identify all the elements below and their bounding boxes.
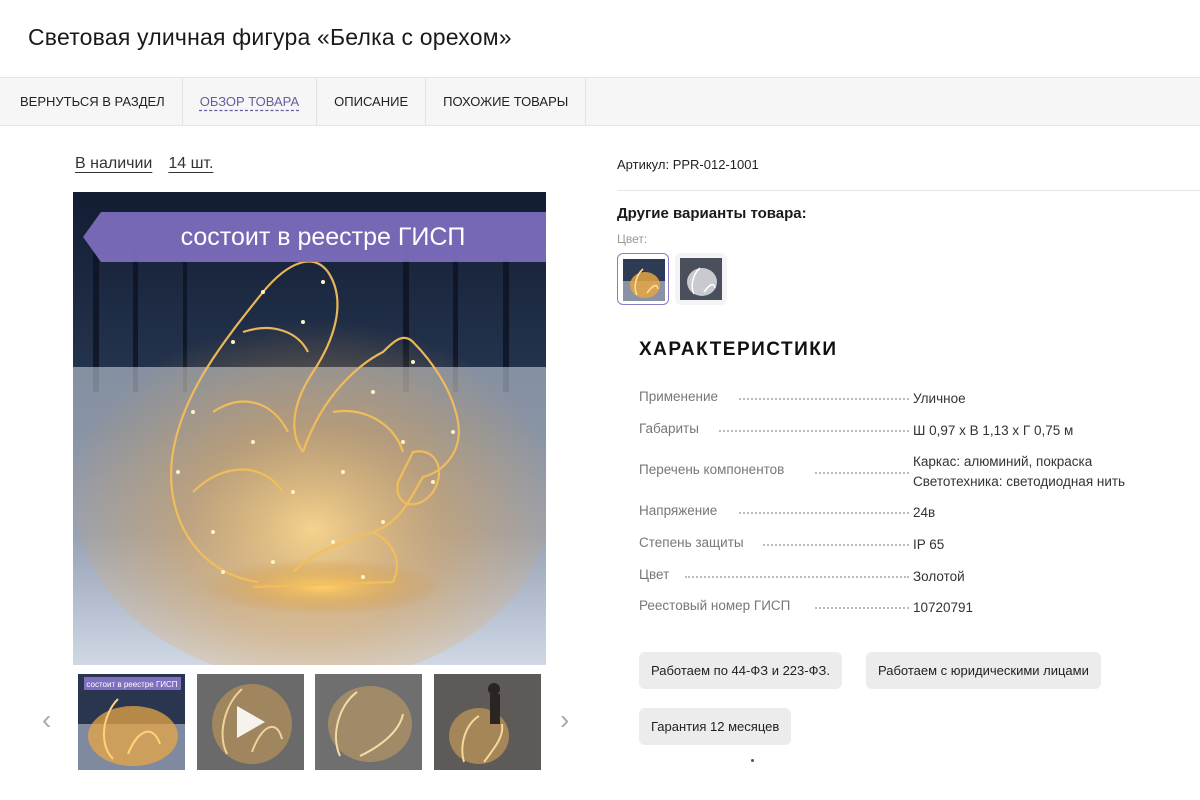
thumb-banner: состоит в реестре ГИСП xyxy=(86,680,177,689)
badge-44-223-fz: Работаем по 44-ФЗ и 223-ФЗ. xyxy=(639,652,842,689)
char-row-application: Применение Уличное xyxy=(639,389,1179,409)
squirrel-thumbnail-2 xyxy=(197,674,304,770)
char-name: Реестовый номер ГИСП xyxy=(639,598,799,613)
color-label: Цвет: xyxy=(617,232,648,246)
squirrel-photo: состоит в реестре ГИСП xyxy=(73,192,546,665)
variants-title: Другие варианты товара: xyxy=(617,205,807,222)
tab-label: ПОХОЖИЕ ТОВАРЫ xyxy=(443,94,569,109)
char-row-protection: Степень защиты IP 65 xyxy=(639,535,1179,555)
chevron-right-icon[interactable]: › xyxy=(560,706,569,734)
main-product-image[interactable]: состоит в реестре ГИСП xyxy=(73,192,546,665)
thumbnail-3[interactable] xyxy=(315,674,422,770)
gold-variant-image xyxy=(623,259,665,301)
char-row-dimensions: Габариты Ш 0,97 х В 1,13 х Г 0,75 м xyxy=(639,421,1179,441)
char-value: 24в xyxy=(913,505,936,520)
badge-legal-entities: Работаем с юридическими лицами xyxy=(866,652,1101,689)
stock-info: В наличии 14 шт. xyxy=(75,155,213,173)
squirrel-thumbnail-1: состоит в реестре ГИСП xyxy=(78,674,185,770)
divider xyxy=(617,190,1200,191)
thumbnail-4[interactable] xyxy=(434,674,541,770)
char-value: 10720791 xyxy=(913,600,974,615)
thumbnail-carousel: ‹ состоит в реестре ГИСП › xyxy=(38,674,583,771)
decorative-dot xyxy=(751,759,754,762)
chevron-left-icon[interactable]: ‹ xyxy=(42,706,51,734)
product-tabs: ВЕРНУТЬСЯ В РАЗДЕЛ ОБЗОР ТОВАРА ОПИСАНИЕ… xyxy=(0,77,1200,126)
sku-text: Артикул: PPR-012-1001 xyxy=(617,157,759,172)
tab-label: ОПИСАНИЕ xyxy=(334,94,409,109)
tab-back-to-section[interactable]: ВЕРНУТЬСЯ В РАЗДЕЛ xyxy=(0,78,183,125)
registry-banner: состоит в реестре ГИСП xyxy=(181,223,466,251)
char-name: Цвет xyxy=(639,567,678,582)
char-name: Габариты xyxy=(639,421,707,436)
badge-warranty: Гарантия 12 месяцев xyxy=(639,708,792,745)
char-value: Ш 0,97 х В 1,13 х Г 0,75 м xyxy=(913,423,1074,438)
white-variant-image xyxy=(680,258,722,300)
stock-status-link[interactable]: В наличии xyxy=(75,155,152,173)
color-swatch-white[interactable] xyxy=(675,253,727,305)
char-name: Применение xyxy=(639,389,727,404)
thumbnail-2-video[interactable] xyxy=(197,674,304,770)
tab-similar-products[interactable]: ПОХОЖИЕ ТОВАРЫ xyxy=(426,78,587,125)
char-name: Степень защиты xyxy=(639,535,752,550)
tab-overview[interactable]: ОБЗОР ТОВАРА xyxy=(183,78,318,125)
char-value: Уличное xyxy=(913,391,966,406)
page-title: Световая уличная фигура «Белка с орехом» xyxy=(28,24,512,50)
squirrel-thumbnail-3 xyxy=(315,674,422,770)
char-row-components: Перечень компонентов Каркас: алюминий, п… xyxy=(639,452,1179,492)
char-row-voltage: Напряжение 24в xyxy=(639,503,1179,523)
char-value: IP 65 xyxy=(913,537,945,552)
squirrel-thumbnail-4 xyxy=(434,674,541,770)
tab-label: ОБЗОР ТОВАРА xyxy=(199,94,300,109)
char-row-color: Цвет Золотой xyxy=(639,567,1179,587)
stock-quantity-link[interactable]: 14 шт. xyxy=(168,155,213,173)
char-value-line2: Светотехника: светодиодная нить xyxy=(913,474,1126,489)
thumbnail-1[interactable]: состоит в реестре ГИСП xyxy=(78,674,185,770)
color-swatch-gold[interactable] xyxy=(617,253,669,305)
char-value: Каркас: алюминий, покраска xyxy=(913,454,1093,469)
char-name: Напряжение xyxy=(639,503,726,518)
tab-label: ВЕРНУТЬСЯ В РАЗДЕЛ xyxy=(20,94,165,109)
characteristics-title: ХАРАКТЕРИСТИКИ xyxy=(639,339,838,360)
char-name: Перечень компонентов xyxy=(639,462,793,477)
char-row-gisp-number: Реестовый номер ГИСП 10720791 xyxy=(639,598,1179,618)
char-value: Золотой xyxy=(913,569,965,584)
tab-description[interactable]: ОПИСАНИЕ xyxy=(317,78,427,125)
